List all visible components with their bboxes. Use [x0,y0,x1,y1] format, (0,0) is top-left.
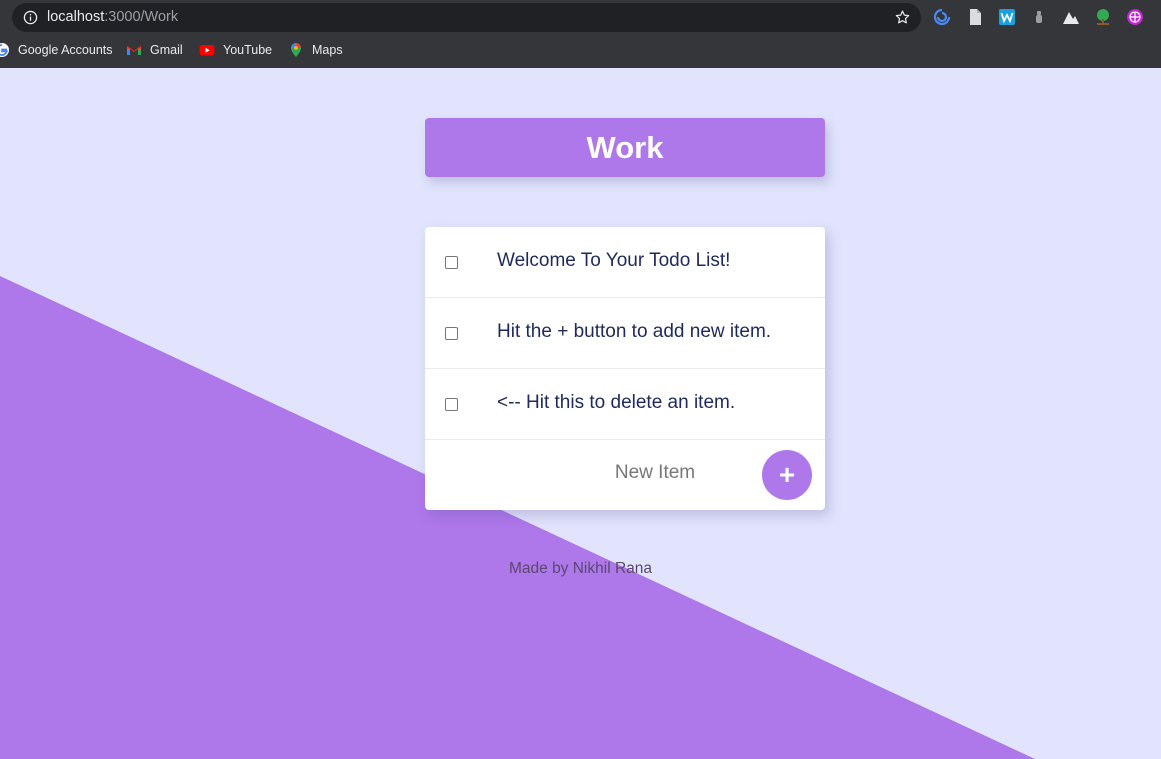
item-text: Hit the + button to add new item. [497,321,772,342]
item-text: <-- Hit this to delete an item. [497,392,736,413]
bookmark-google-accounts[interactable]: Google Accounts [0,42,113,58]
document-extension-icon[interactable] [966,8,984,26]
bookmark-label: Gmail [150,43,183,57]
url-text[interactable]: localhost:3000/Work [47,9,178,25]
gmail-icon [126,45,142,55]
bookmark-star-icon[interactable] [894,9,911,26]
item-checkbox[interactable] [445,327,458,340]
new-item-row: + [425,440,825,510]
bookmark-maps[interactable]: Maps [288,42,343,58]
w-extension-icon[interactable] [998,8,1016,26]
bookmark-label: YouTube [223,43,273,57]
maps-icon [291,43,301,57]
bookmark-gmail[interactable]: Gmail [126,42,183,58]
mountain-extension-icon[interactable] [1062,8,1080,26]
new-item-input[interactable] [525,462,785,484]
bookmark-label: Google Accounts [18,43,113,57]
list-title: Work [586,129,664,165]
globe-extension-icon[interactable] [1126,8,1144,26]
youtube-icon [199,45,215,56]
list-heading-box: Work [425,118,825,177]
add-item-button[interactable]: + [762,450,812,500]
address-bar[interactable]: localhost:3000/Work [12,3,921,32]
google-icon [0,43,9,57]
tree-extension-icon[interactable] [1094,8,1112,26]
list-item: <-- Hit this to delete an item. [425,369,825,440]
bottle-extension-icon[interactable] [1030,8,1048,26]
info-icon[interactable] [23,10,38,25]
list-item: Welcome To Your Todo List! [425,227,825,298]
footer-credit: Made by Nikhil Rana [508,560,652,577]
url-path: :3000/Work [104,9,179,25]
sync-extension-icon[interactable] [933,8,951,26]
bookmark-label: Maps [312,43,343,57]
item-checkbox[interactable] [445,256,458,269]
bookmark-youtube[interactable]: YouTube [199,42,272,58]
page-body: Work Welcome To Your Todo List! Hit the … [0,68,1161,759]
todo-card: Welcome To Your Todo List! Hit the + but… [425,227,825,510]
url-host: localhost [47,9,105,25]
list-item: Hit the + button to add new item. [425,298,825,369]
browser-chrome: localhost:3000/Work Google Accounts Gmai… [0,0,1161,68]
item-checkbox[interactable] [445,398,458,411]
bookmarks-bar: Google Accounts Gmail YouTube Maps [0,38,1161,62]
item-text: Welcome To Your Todo List! [497,250,731,271]
